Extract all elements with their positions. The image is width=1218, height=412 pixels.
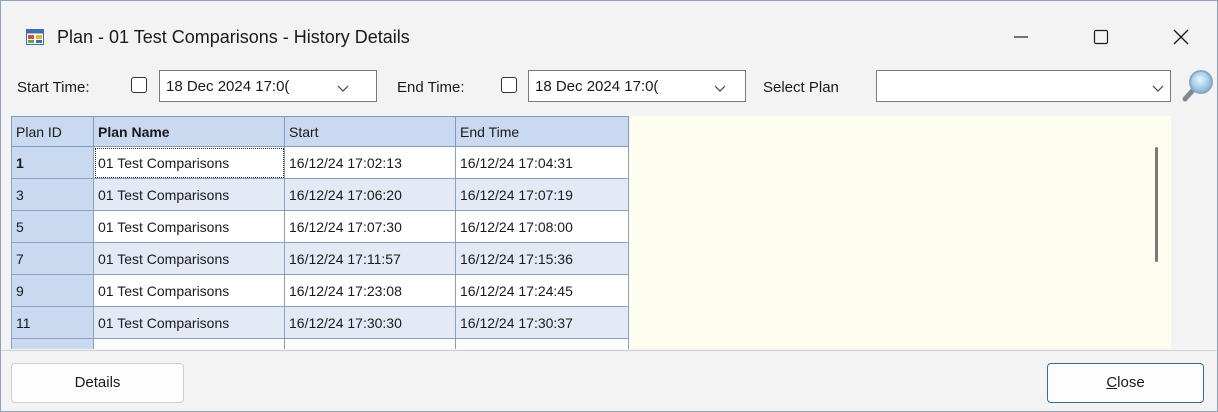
start-cell[interactable]: 16/12/24 17:11:57 (284, 242, 456, 275)
column-header-plan-id[interactable]: Plan ID (11, 116, 94, 147)
end-time-cell[interactable]: 16/12/24 17:07:19 (455, 178, 629, 211)
plan-name-cell[interactable]: 01 Test Comparisons (93, 210, 285, 243)
start-cell[interactable]: 16/12/24 17:07:30 (284, 210, 456, 243)
table-row[interactable]: 1 01 Test Comparisons 16/12/24 17:02:13 … (11, 146, 629, 179)
table-row[interactable]: 9 01 Test Comparisons 16/12/24 17:23:08 … (11, 274, 629, 307)
end-time-cell[interactable]: 16/12/24 17:24:45 (455, 274, 629, 307)
chevron-down-icon[interactable] (336, 83, 350, 93)
plan-id-cell[interactable]: 11 (11, 306, 94, 339)
select-plan-label: Select Plan (763, 79, 839, 96)
start-cell[interactable]: 16/12/24 17:23:08 (284, 274, 456, 307)
end-time-cell[interactable] (455, 338, 629, 349)
plan-name-cell[interactable]: 01 Test Comparisons (93, 242, 285, 275)
table-row[interactable]: 5 01 Test Comparisons 16/12/24 17:07:30 … (11, 210, 629, 243)
start-time-checkbox[interactable] (131, 77, 147, 93)
plan-name-cell[interactable]: 01 Test Comparisons (93, 306, 285, 339)
header-row: Plan ID Plan Name Start End Time (11, 116, 629, 147)
start-cell[interactable]: 16/12/24 17:06:20 (284, 178, 456, 211)
table-row[interactable] (11, 338, 629, 349)
plan-name-cell[interactable]: 01 Test Comparisons (93, 178, 285, 211)
select-plan-combobox[interactable] (876, 70, 1171, 102)
close-button-mnemonic: C (1106, 374, 1118, 391)
plan-id-cell[interactable]: 1 (11, 146, 94, 179)
title-bar[interactable]: Plan - 01 Test Comparisons - History Det… (1, 1, 1217, 59)
end-time-cell[interactable]: 16/12/24 17:04:31 (455, 146, 629, 179)
start-time-picker[interactable]: 18 Dec 2024 17:0( (159, 70, 377, 102)
end-time-label: End Time: (397, 79, 465, 96)
column-header-start[interactable]: Start (284, 116, 456, 147)
end-time-value: 18 Dec 2024 17:0( (535, 78, 659, 95)
application-icon (26, 29, 44, 45)
close-button-label: lose (1117, 374, 1145, 391)
magnifier-icon[interactable] (1177, 67, 1215, 105)
vertical-scrollbar[interactable] (1155, 147, 1158, 262)
chevron-down-icon[interactable] (1151, 83, 1165, 93)
start-time-value: 18 Dec 2024 17:0( (166, 78, 290, 95)
history-details-window: Plan - 01 Test Comparisons - History Det… (0, 0, 1218, 412)
end-time-cell[interactable]: 16/12/24 17:08:00 (455, 210, 629, 243)
maximize-icon (1093, 29, 1109, 45)
history-grid[interactable]: Plan ID Plan Name Start End Time 1 01 Te… (11, 116, 1171, 349)
window-title: Plan - 01 Test Comparisons - History Det… (57, 27, 410, 47)
history-table: Plan ID Plan Name Start End Time 1 01 Te… (11, 116, 629, 349)
plan-name-cell[interactable]: 01 Test Comparisons (93, 146, 285, 179)
start-time-label: Start Time: (17, 79, 90, 96)
end-time-checkbox[interactable] (501, 77, 517, 93)
plan-id-cell[interactable] (11, 338, 94, 349)
filter-bar: Start Time: 18 Dec 2024 17:0( End Time: … (1, 63, 1217, 111)
end-time-cell[interactable]: 16/12/24 17:15:36 (455, 242, 629, 275)
end-time-cell[interactable]: 16/12/24 17:30:37 (455, 306, 629, 339)
table-row[interactable]: 11 01 Test Comparisons 16/12/24 17:30:30… (11, 306, 629, 339)
plan-id-cell[interactable]: 7 (11, 242, 94, 275)
minimize-button[interactable] (1001, 21, 1041, 53)
table-row[interactable]: 7 01 Test Comparisons 16/12/24 17:11:57 … (11, 242, 629, 275)
plan-id-cell[interactable]: 3 (11, 178, 94, 211)
end-time-picker[interactable]: 18 Dec 2024 17:0( (528, 70, 746, 102)
maximize-button[interactable] (1081, 21, 1121, 53)
plan-id-cell[interactable]: 9 (11, 274, 94, 307)
column-header-end-time[interactable]: End Time (455, 116, 629, 147)
table-row[interactable]: 3 01 Test Comparisons 16/12/24 17:06:20 … (11, 178, 629, 211)
close-icon (1173, 29, 1189, 45)
close-window-button[interactable] (1161, 21, 1201, 53)
start-cell[interactable]: 16/12/24 17:30:30 (284, 306, 456, 339)
start-cell[interactable] (284, 338, 456, 349)
minimize-icon (1014, 36, 1028, 38)
start-cell[interactable]: 16/12/24 17:02:13 (284, 146, 456, 179)
column-header-plan-name[interactable]: Plan Name (93, 116, 285, 147)
chevron-down-icon[interactable] (713, 83, 727, 93)
plan-name-cell[interactable]: 01 Test Comparisons (93, 274, 285, 307)
plan-name-cell[interactable] (93, 338, 285, 349)
button-bar: Details Close (1, 350, 1217, 411)
close-button[interactable]: Close (1047, 363, 1204, 403)
plan-id-cell[interactable]: 5 (11, 210, 94, 243)
details-button[interactable]: Details (11, 363, 184, 403)
